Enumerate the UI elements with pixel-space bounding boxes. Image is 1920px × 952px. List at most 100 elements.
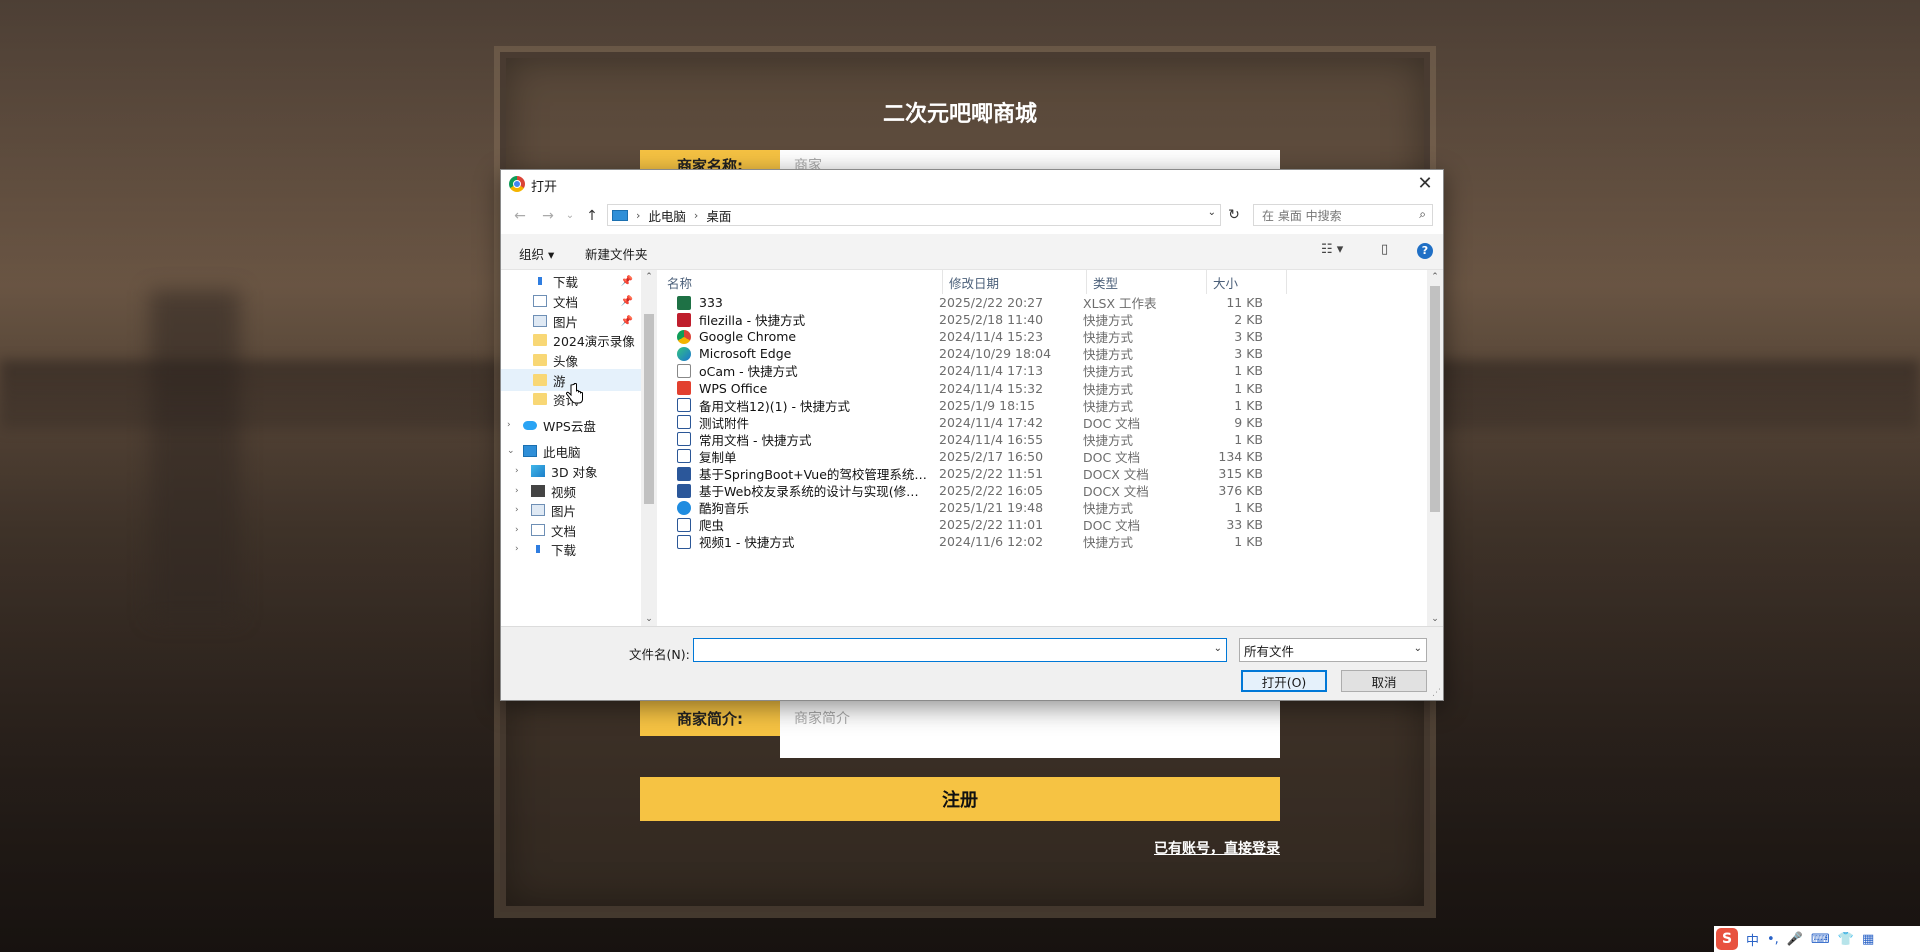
- sogou-logo-icon[interactable]: S: [1716, 928, 1738, 950]
- tree-item[interactable]: 文档 📌: [501, 290, 641, 312]
- breadcrumb-desktop[interactable]: 桌面: [706, 206, 731, 225]
- cube-icon: [531, 465, 545, 477]
- close-button[interactable]: ✕: [1413, 172, 1437, 196]
- keyboard-icon[interactable]: ⌨: [1811, 932, 1830, 947]
- new-folder-button[interactable]: 新建文件夹: [585, 244, 648, 263]
- cancel-button[interactable]: 取消: [1341, 670, 1427, 692]
- file-row[interactable]: 爬虫 2025/2/22 11:01 DOC 文档 33 KB: [661, 516, 1427, 533]
- scroll-down-icon[interactable]: ⌄: [1427, 614, 1443, 624]
- skin-icon[interactable]: 👕: [1838, 932, 1854, 947]
- tree-item-label: 文档: [551, 523, 577, 539]
- file-row[interactable]: 备用文档12)(1) - 快捷方式 2025/1/9 18:15 快捷方式 1 KB: [661, 397, 1427, 414]
- filetype-select[interactable]: 所有文件 ⌄: [1239, 638, 1427, 662]
- tree-item[interactable]: 下载 📌: [501, 270, 641, 292]
- file-size: 1 KB: [1234, 534, 1263, 550]
- file-size: 1 KB: [1234, 363, 1263, 379]
- file-size: 315 KB: [1218, 466, 1263, 481]
- file-row[interactable]: Microsoft Edge 2024/10/29 18:04 快捷方式 3 KB: [661, 345, 1427, 362]
- scroll-up-icon[interactable]: ⌃: [1427, 272, 1443, 282]
- file-size: 1 KB: [1234, 397, 1263, 413]
- file-row[interactable]: 酷狗音乐 2025/1/21 19:48 快捷方式 1 KB: [661, 499, 1427, 516]
- folder-icon: [533, 374, 547, 386]
- tree-scrollbar[interactable]: ⌃ ⌄: [641, 270, 657, 626]
- tree-item[interactable]: › 下载: [501, 538, 641, 560]
- ime-language[interactable]: 中: [1746, 930, 1759, 949]
- intro-label: 商家简介:: [640, 700, 790, 736]
- download-icon: [533, 275, 547, 287]
- tree-item-label: 下载: [553, 274, 579, 290]
- file-name: WPS Office: [699, 380, 768, 396]
- tree-item[interactable]: › WPS云盘: [501, 414, 641, 436]
- file-row[interactable]: 常用文档 - 快捷方式 2024/11/4 16:55 快捷方式 1 KB: [661, 431, 1427, 448]
- intro-textarea[interactable]: 商家简介: [780, 700, 1280, 758]
- organize-button[interactable]: 组织 ▾: [519, 244, 554, 263]
- chevron-right-icon[interactable]: ›: [507, 420, 511, 430]
- tree-item[interactable]: 头像: [501, 349, 641, 371]
- file-row[interactable]: 基于Web校友录系统的设计与实现(修改... 2025/2/22 16:05 DOC…: [661, 482, 1427, 499]
- file-row[interactable]: filezilla - 快捷方式 2025/2/18 11:40 快捷方式 2 KB: [661, 311, 1427, 328]
- tree-item[interactable]: 2024演示录像: [501, 329, 641, 351]
- register-button[interactable]: 注册: [640, 777, 1280, 821]
- chevron-right-icon[interactable]: ›: [515, 466, 519, 476]
- file-name: Microsoft Edge: [699, 346, 792, 362]
- file-scrollbar[interactable]: ⌃ ⌄: [1427, 270, 1443, 626]
- column-type[interactable]: 类型: [1087, 270, 1207, 294]
- file-date: 2024/10/29 18:04: [939, 346, 1052, 362]
- file-size: 11 KB: [1226, 295, 1263, 310]
- chevron-down-icon[interactable]: ⌄: [1214, 643, 1222, 654]
- address-bar[interactable]: › 此电脑 › 桌面 ⌄: [607, 204, 1221, 226]
- scroll-up-icon[interactable]: ⌃: [641, 272, 657, 282]
- file-row[interactable]: 333 2025/2/22 20:27 XLSX 工作表 11 KB: [661, 294, 1427, 311]
- back-button[interactable]: ←: [509, 206, 531, 226]
- xlsx-file-icon: [677, 295, 691, 310]
- file-row[interactable]: oCam - 快捷方式 2024/11/4 17:13 快捷方式 1 KB: [661, 362, 1427, 379]
- microphone-icon[interactable]: 🎤: [1787, 932, 1803, 947]
- file-row[interactable]: 基于SpringBoot+Vue的驾校管理系统的... 2025/2/22 11:…: [661, 465, 1427, 482]
- breadcrumb-this-pc[interactable]: 此电脑: [648, 206, 686, 225]
- login-link[interactable]: 已有账号，直接登录: [1100, 838, 1280, 858]
- up-button[interactable]: ↑: [581, 206, 603, 226]
- recent-locations-button[interactable]: ⌄: [559, 206, 581, 226]
- column-name[interactable]: 名称: [661, 270, 943, 294]
- toolbox-icon[interactable]: ▦: [1862, 932, 1874, 947]
- chevron-right-icon[interactable]: ›: [515, 525, 519, 535]
- tree-item[interactable]: ⌄ 此电脑: [501, 440, 641, 462]
- file-row[interactable]: 视频1 - 快捷方式 2024/11/6 12:02 快捷方式 1 KB: [661, 533, 1427, 550]
- chevron-right-icon[interactable]: ›: [515, 505, 519, 515]
- scroll-down-icon[interactable]: ⌄: [641, 614, 657, 624]
- punctuation-icon[interactable]: •,: [1767, 932, 1779, 947]
- tree-item-label: 此电脑: [543, 444, 581, 460]
- view-options-button[interactable]: ☷ ▾: [1321, 242, 1343, 257]
- help-icon[interactable]: ?: [1417, 243, 1433, 259]
- picture-icon: [531, 504, 545, 516]
- resize-grip-icon[interactable]: ⋰: [1432, 688, 1441, 698]
- column-size[interactable]: 大小: [1207, 270, 1287, 294]
- file-date: 2025/2/22 20:27: [939, 295, 1044, 310]
- filename-input[interactable]: ⌄: [693, 638, 1227, 662]
- column-date[interactable]: 修改日期: [943, 270, 1087, 294]
- forward-button[interactable]: →: [537, 206, 559, 226]
- docs-file-icon: [677, 432, 691, 447]
- tree-scroll-thumb[interactable]: [644, 314, 654, 504]
- tree-item[interactable]: › 图片: [501, 499, 641, 521]
- file-row[interactable]: 复制单 2025/2/17 16:50 DOC 文档 134 KB: [661, 448, 1427, 465]
- chevron-right-icon[interactable]: ›: [515, 544, 519, 554]
- file-size: 2 KB: [1234, 312, 1263, 328]
- file-scroll-thumb[interactable]: [1430, 286, 1440, 512]
- chevron-right-icon[interactable]: ›: [515, 486, 519, 496]
- file-date: 2024/11/4 17:13: [939, 363, 1044, 379]
- refresh-button[interactable]: ↻: [1223, 204, 1245, 226]
- preview-pane-button[interactable]: ▯: [1381, 242, 1388, 257]
- chevron-down-icon[interactable]: ⌄: [1208, 207, 1216, 218]
- search-input[interactable]: 在 桌面 中搜索 ⌕: [1253, 204, 1433, 226]
- file-row[interactable]: 测试附件 2024/11/4 17:42 DOC 文档 9 KB: [661, 414, 1427, 431]
- search-placeholder: 在 桌面 中搜索: [1262, 208, 1342, 223]
- file-row[interactable]: WPS Office 2024/11/4 15:32 快捷方式 1 KB: [661, 380, 1427, 397]
- dialog-body: 下载 📌 文档 📌 图片 📌 2024演示录像 头像游资讯 › WPS云盘 ⌄ 此电脑 › 3D 对象 › 视…: [501, 270, 1443, 626]
- chevron-down-icon: ⌄: [1413, 643, 1422, 654]
- tree-item[interactable]: › 3D 对象: [501, 460, 641, 482]
- file-row[interactable]: Google Chrome 2024/11/4 15:23 快捷方式 3 KB: [661, 328, 1427, 345]
- folder-icon: [533, 334, 547, 346]
- open-button[interactable]: 打开(O): [1241, 670, 1327, 692]
- chevron-down-icon[interactable]: ⌄: [507, 446, 515, 456]
